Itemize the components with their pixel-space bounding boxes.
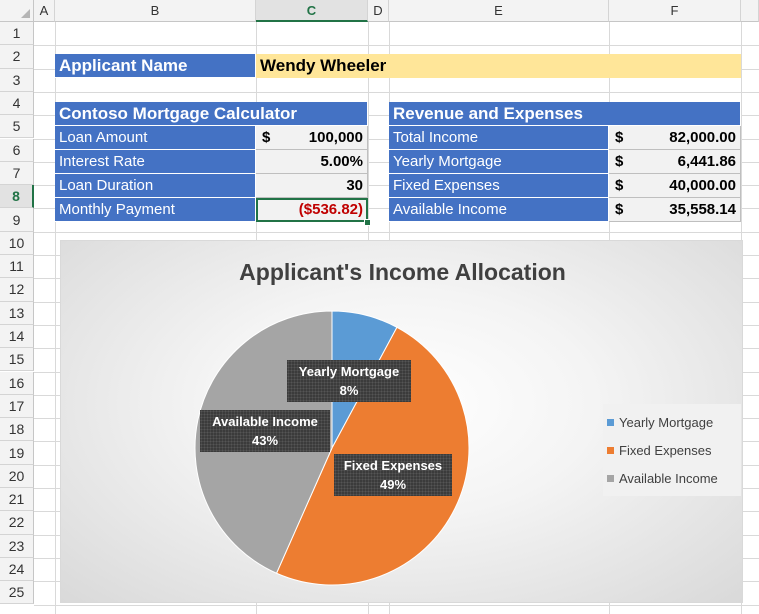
row-header-21[interactable]: 21 [0, 488, 34, 512]
value-text: 35,558.14 [669, 201, 736, 218]
row-header-13[interactable]: 13 [0, 301, 34, 325]
applicant-name-value[interactable]: Wendy Wheeler [256, 54, 741, 78]
row-header-6[interactable]: 6 [0, 138, 34, 162]
yearly-mortgage-label[interactable]: Yearly Mortgage [389, 150, 609, 174]
currency-symbol: $ [615, 129, 624, 146]
legend-swatch [607, 418, 614, 426]
monthly-payment-value[interactable]: ($536.82) [256, 198, 368, 222]
row-header-5[interactable]: 5 [0, 115, 34, 139]
value-text: 82,000.00 [669, 129, 736, 146]
loan-amount-value[interactable]: $ 100,000 [256, 126, 368, 150]
total-income-value[interactable]: $ 82,000.00 [609, 126, 741, 150]
value-text: 6,441.86 [677, 153, 736, 170]
applicant-name-label[interactable]: Applicant Name [55, 54, 256, 78]
legend-item-yearly-mortgage[interactable]: Yearly Mortgage [607, 408, 737, 436]
column-header-g[interactable] [741, 0, 759, 22]
data-label-name: Yearly Mortgage [298, 364, 400, 379]
fixed-expenses-value[interactable]: $ 40,000.00 [609, 174, 741, 198]
row-header-19[interactable]: 19 [0, 441, 34, 465]
loan-duration-label[interactable]: Loan Duration [55, 174, 256, 198]
currency-symbol: $ [615, 177, 624, 194]
data-label-percent: 49% [379, 477, 407, 492]
fill-handle[interactable] [364, 219, 371, 226]
data-label-name: Available Income [212, 414, 318, 429]
revenue-title[interactable]: Revenue and Expenses [389, 102, 741, 126]
column-header-f[interactable]: F [609, 0, 741, 22]
calculator-title[interactable]: Contoso Mortgage Calculator [55, 102, 368, 126]
data-label-fixed-expenses[interactable]: Fixed Expenses 49% [334, 454, 452, 496]
gridline [34, 604, 759, 606]
column-header-d[interactable]: D [368, 0, 389, 22]
row-header-15[interactable]: 15 [0, 348, 34, 372]
legend-item-fixed-expenses[interactable]: Fixed Expenses [607, 436, 737, 464]
data-label-name: Fixed Expenses [343, 458, 443, 473]
value-text: 100,000 [308, 129, 363, 146]
row-header-14[interactable]: 14 [0, 324, 34, 349]
gridline [34, 45, 759, 47]
total-income-label[interactable]: Total Income [389, 126, 609, 150]
column-header-a[interactable]: A [34, 0, 55, 22]
legend-label: Yearly Mortgage [619, 414, 714, 430]
row-header-22[interactable]: 22 [0, 511, 34, 535]
gridline [34, 91, 759, 93]
value-text: 40,000.00 [669, 177, 736, 194]
column-header-c[interactable]: C [256, 0, 368, 22]
row-header-8[interactable]: 8 [0, 185, 34, 209]
currency-symbol: $ [262, 129, 271, 146]
currency-symbol: $ [615, 201, 624, 218]
chart-legend[interactable]: Yearly Mortgage Fixed Expenses Available… [603, 404, 741, 496]
legend-swatch [607, 446, 614, 454]
row-header-3[interactable]: 3 [0, 68, 34, 92]
row-header-17[interactable]: 17 [0, 394, 34, 419]
row-header-7[interactable]: 7 [0, 161, 34, 186]
data-label-percent: 8% [339, 383, 359, 398]
row-header-11[interactable]: 11 [0, 255, 34, 279]
row-header-10[interactable]: 10 [0, 231, 34, 255]
currency-symbol: $ [615, 153, 624, 170]
row-header-25[interactable]: 25 [0, 581, 34, 605]
monthly-payment-label[interactable]: Monthly Payment [55, 198, 256, 222]
row-header-1[interactable]: 1 [0, 22, 34, 46]
available-income-label[interactable]: Available Income [389, 198, 609, 222]
row-header-2[interactable]: 2 [0, 45, 34, 69]
row-header-24[interactable]: 24 [0, 557, 34, 582]
interest-rate-value[interactable]: 5.00% [256, 150, 368, 174]
row-header-23[interactable]: 23 [0, 534, 34, 558]
data-label-yearly-mortgage[interactable]: Yearly Mortgage 8% [287, 360, 411, 402]
interest-rate-label[interactable]: Interest Rate [55, 150, 256, 174]
data-label-percent: 43% [251, 433, 279, 448]
fixed-expenses-label[interactable]: Fixed Expenses [389, 174, 609, 198]
legend-item-available-income[interactable]: Available Income [607, 464, 737, 492]
column-header-e[interactable]: E [389, 0, 609, 22]
yearly-mortgage-value[interactable]: $ 6,441.86 [609, 150, 741, 174]
row-header-20[interactable]: 20 [0, 464, 34, 488]
row-header-16[interactable]: 16 [0, 371, 34, 395]
select-all-corner[interactable] [0, 0, 34, 22]
data-label-available-income[interactable]: Available Income 43% [200, 410, 330, 452]
row-header-4[interactable]: 4 [0, 91, 34, 116]
gridline [34, 231, 759, 233]
legend-swatch [607, 474, 614, 482]
loan-amount-label[interactable]: Loan Amount [55, 126, 256, 150]
loan-duration-value[interactable]: 30 [256, 174, 368, 198]
pie-chart[interactable]: Applicant's Income Allocation Yearly Mor… [60, 240, 743, 603]
legend-label: Fixed Expenses [619, 442, 712, 458]
spreadsheet: A B C D E F 1 2 3 4 5 6 7 8 9 10 11 12 13 14 15 16 17 18 1… [0, 0, 759, 614]
row-header-18[interactable]: 18 [0, 418, 34, 442]
row-header-12[interactable]: 12 [0, 278, 34, 302]
legend-label: Available Income [619, 470, 718, 486]
available-income-value[interactable]: $ 35,558.14 [609, 198, 741, 222]
column-header-b[interactable]: B [55, 0, 256, 22]
row-header-9[interactable]: 9 [0, 208, 34, 232]
